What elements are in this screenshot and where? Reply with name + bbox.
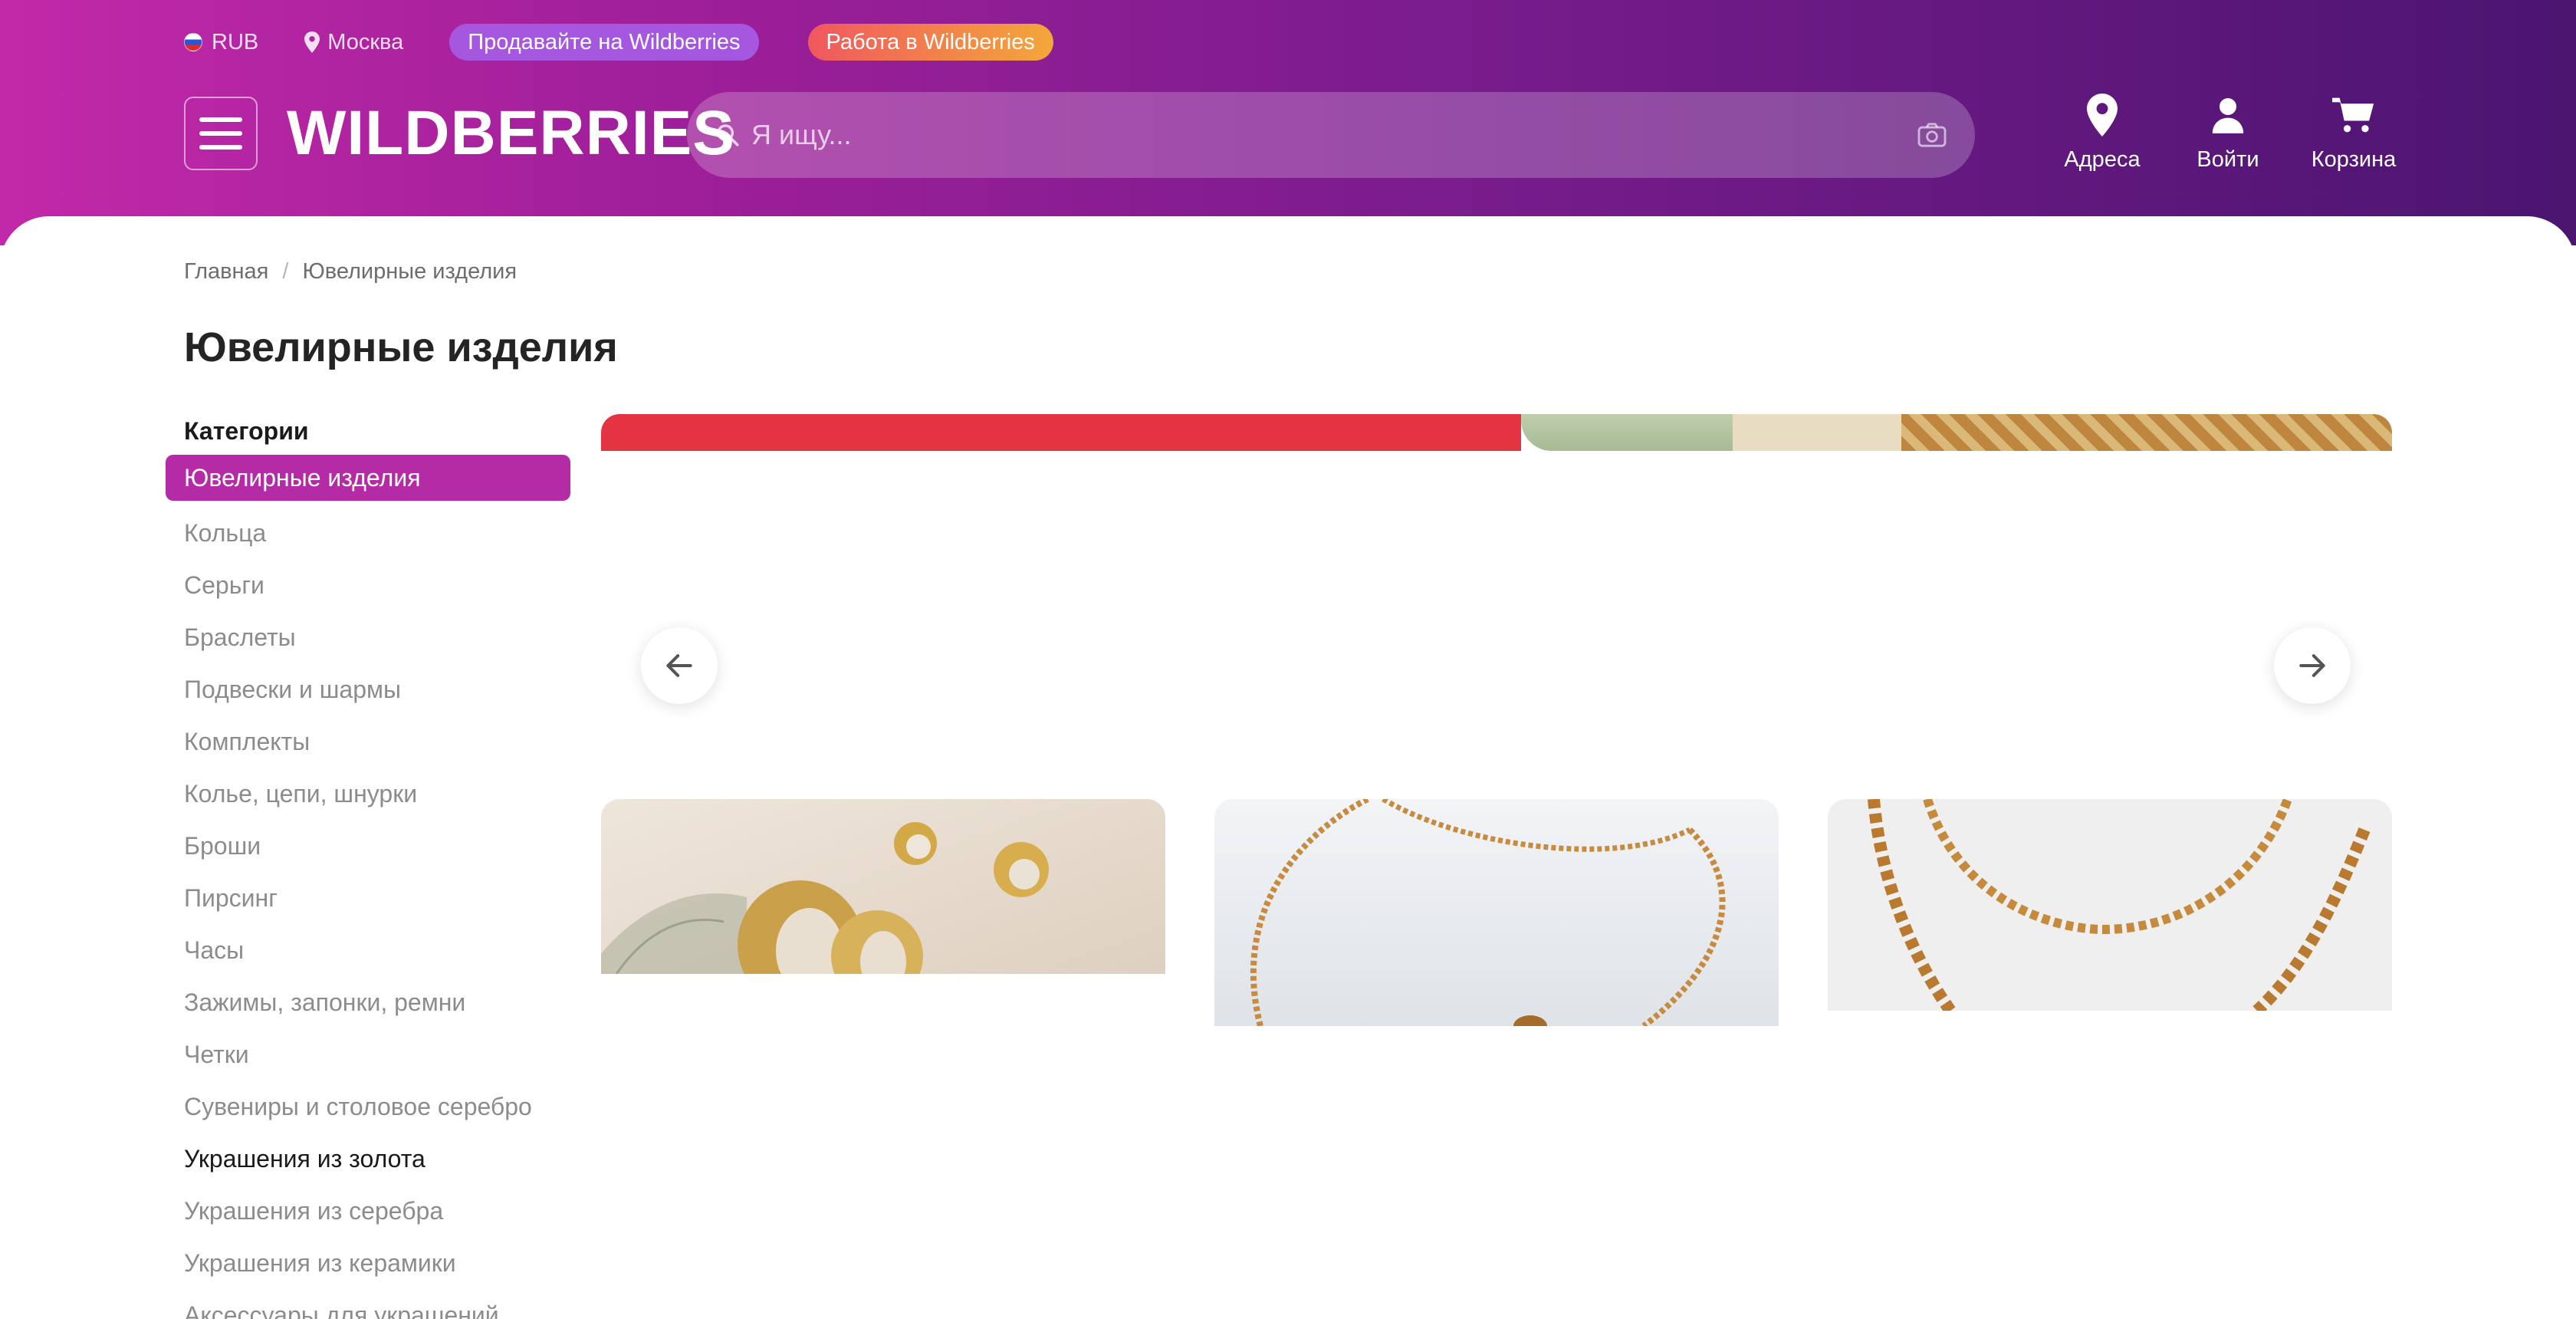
sidebar-item-gold[interactable]: Украшения из золота xyxy=(184,1133,570,1185)
sidebar-item-accessories[interactable]: Аксессуары для украшений xyxy=(184,1289,570,1319)
currency-selector[interactable]: RUB xyxy=(184,30,258,55)
top-bar: RUB Москва Продавайте на Wildberries Раб… xyxy=(184,23,1102,61)
gold-hoop-earrings-image xyxy=(601,822,1049,974)
banner-beige-section xyxy=(1733,414,1901,451)
product-card-earrings[interactable] xyxy=(601,799,1165,974)
banner-red-section xyxy=(601,414,1521,451)
sidebar-item-watches[interactable]: Часы xyxy=(184,924,570,976)
search-icon xyxy=(717,124,739,146)
product-card-necklace[interactable] xyxy=(1828,799,2392,1011)
arrow-right-icon xyxy=(2299,654,2325,677)
user-icon xyxy=(2212,98,2244,133)
sidebar-item-sets[interactable]: Комплекты xyxy=(184,715,570,768)
banner-image xyxy=(601,414,2392,451)
cart-icon xyxy=(2332,97,2374,133)
addresses-label: Адреса xyxy=(2064,147,2141,172)
location-pin-icon xyxy=(304,31,320,53)
sidebar-item-pendants[interactable]: Подвески и шармы xyxy=(184,663,570,715)
search-input[interactable] xyxy=(751,119,1917,151)
sidebar-item-silver[interactable]: Украшения из серебра xyxy=(184,1185,570,1237)
breadcrumb-separator: / xyxy=(282,259,289,284)
sidebar-item-piercing[interactable]: Пирсинг xyxy=(184,872,570,924)
sell-on-wildberries-link[interactable]: Продавайте на Wildberries xyxy=(449,24,759,61)
city-label: Москва xyxy=(327,29,404,54)
login-label: Войти xyxy=(2196,147,2259,172)
sidebar-item-brooches[interactable]: Броши xyxy=(184,820,570,872)
sidebar-item-ceramics[interactable]: Украшения из керамики xyxy=(184,1237,570,1289)
carousel-prev-button[interactable] xyxy=(641,627,718,704)
burger-menu-button[interactable] xyxy=(184,97,258,170)
breadcrumb: Главная / Ювелирные изделия xyxy=(184,259,517,285)
sidebar-item-rings[interactable]: Кольца xyxy=(184,507,570,559)
breadcrumb-current: Ювелирные изделия xyxy=(302,259,518,284)
sidebar-item-rosaries[interactable]: Четки xyxy=(184,1028,570,1081)
menu-line xyxy=(199,117,242,122)
jobs-link[interactable]: Работа в Wildberries xyxy=(807,24,1053,61)
carousel-next-button[interactable] xyxy=(2274,627,2351,704)
cart-label: Корзина xyxy=(2311,147,2397,172)
russia-flag-icon xyxy=(184,33,202,51)
city-selector[interactable]: Москва xyxy=(304,30,403,55)
location-pin-icon xyxy=(2087,94,2118,137)
header-nav: Адреса Войти Корзина xyxy=(2039,92,2417,173)
sidebar-item-clips-cufflinks[interactable]: Зажимы, запонки, ремни xyxy=(184,976,570,1028)
gold-chain-necklace-image xyxy=(1868,799,2371,1011)
sidebar-item-necklaces[interactable]: Колье, цепи, шнурки xyxy=(184,768,570,820)
menu-line xyxy=(199,131,242,136)
main-content: Главная / Ювелирные изделия Ювелирные из… xyxy=(0,216,2576,1319)
site-logo[interactable]: WILDBERRIES xyxy=(287,95,735,172)
product-card-bracelet[interactable] xyxy=(1214,799,1779,1026)
sidebar-heading: Категории xyxy=(184,417,309,445)
menu-line xyxy=(199,145,242,150)
sidebar-item-earrings[interactable]: Серьги xyxy=(184,559,570,611)
sidebar-item-jewelry[interactable]: Ювелирные изделия xyxy=(166,455,570,501)
breadcrumb-home-link[interactable]: Главная xyxy=(184,259,268,285)
cart-button[interactable]: Корзина xyxy=(2291,92,2417,173)
login-button[interactable]: Войти xyxy=(2165,92,2291,173)
currency-label: RUB xyxy=(212,29,259,54)
camera-icon[interactable] xyxy=(1917,122,1947,148)
banner-wicker-section xyxy=(1901,414,2392,451)
search-bar[interactable] xyxy=(687,92,1975,178)
page-title: Ювелирные изделия xyxy=(184,324,618,370)
category-sidebar: Категории Ювелирные изделия Кольца Серьг… xyxy=(166,417,570,1319)
addresses-button[interactable]: Адреса xyxy=(2039,92,2165,173)
site-header: RUB Москва Продавайте на Wildberries Раб… xyxy=(0,0,2576,245)
banner-sage-section xyxy=(1521,414,1733,451)
sidebar-item-bracelets[interactable]: Браслеты xyxy=(184,611,570,663)
gold-chain-bracelet-image xyxy=(1250,799,1726,1026)
arrow-left-icon xyxy=(666,654,692,677)
sidebar-item-souvenirs[interactable]: Сувениры и столовое серебро xyxy=(184,1081,570,1133)
